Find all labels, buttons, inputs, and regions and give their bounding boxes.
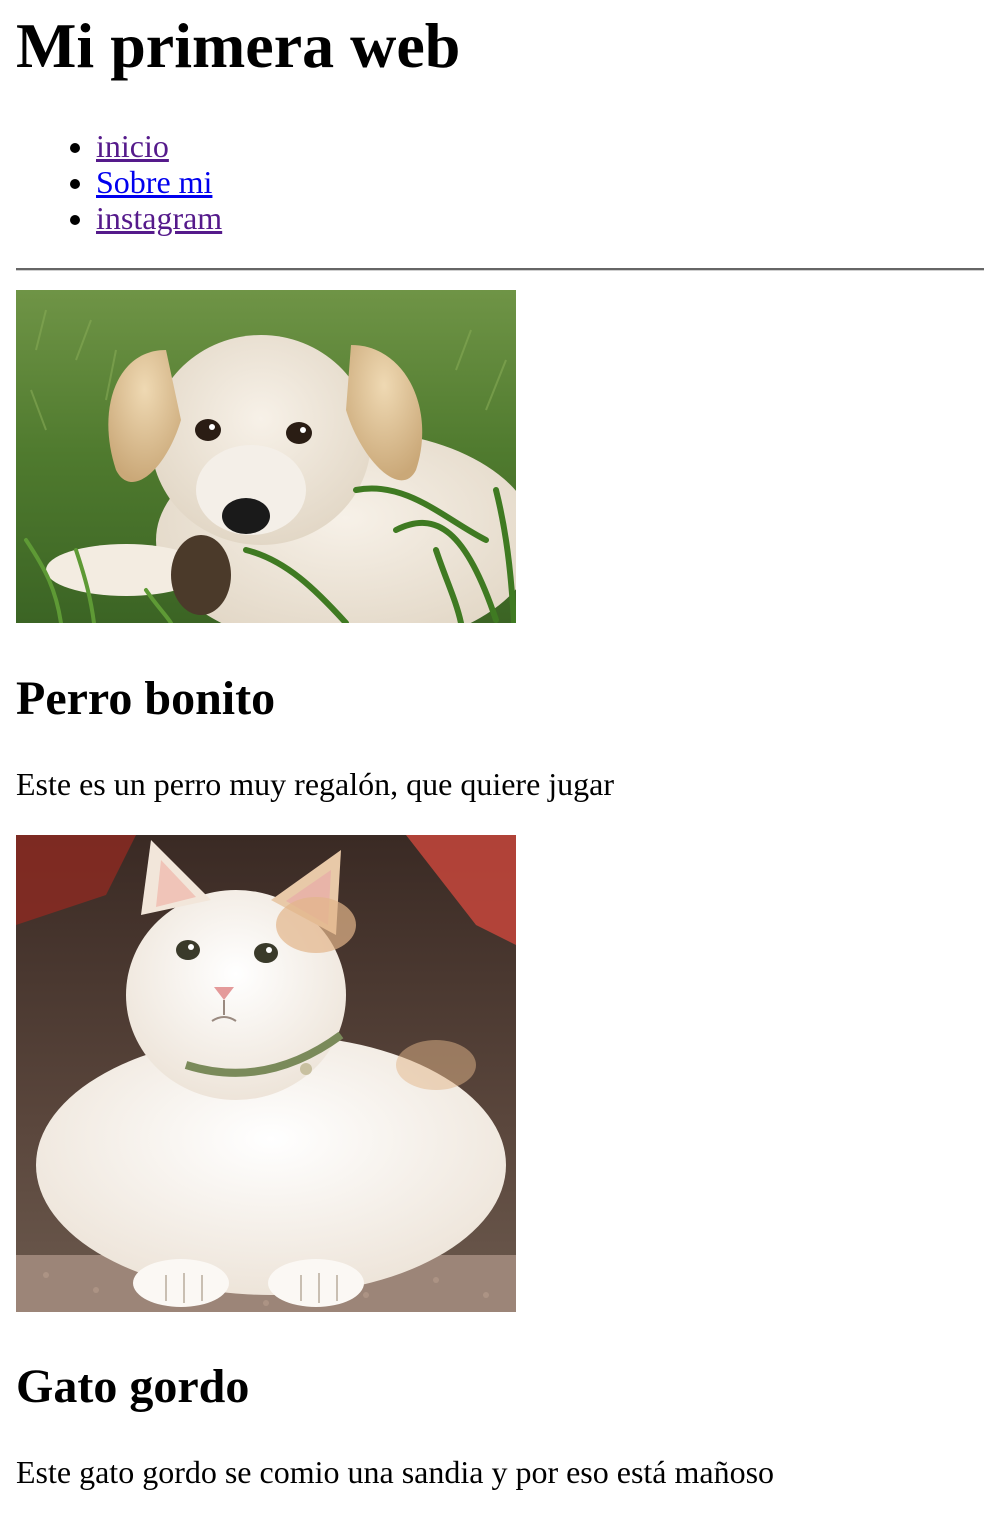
puppy-photo — [16, 290, 516, 623]
nav-item-sobre-mi: Sobre mi — [96, 164, 222, 200]
nav-link-sobre-mi[interactable]: Sobre mi — [96, 164, 212, 200]
nav-list: inicio Sobre mi instagram — [16, 128, 222, 236]
card-text-gato: Este gato gordo se comio una sandia y po… — [16, 1454, 775, 1490]
nav-item-inicio: inicio — [96, 128, 222, 164]
puppy-illustration — [16, 290, 516, 623]
nav-item-instagram: instagram — [96, 200, 222, 236]
card-text-perro: Este es un perro muy regalón, que quiere… — [16, 766, 615, 802]
cat-photo — [16, 835, 516, 1312]
nav-link-inicio[interactable]: inicio — [96, 128, 169, 164]
divider — [16, 268, 984, 271]
cat-illustration — [16, 835, 516, 1312]
nav-link-instagram[interactable]: instagram — [96, 200, 222, 236]
card-title-gato: Gato gordo — [16, 1360, 250, 1413]
card-title-perro: Perro bonito — [16, 672, 276, 725]
page-title: Mi primera web — [16, 10, 461, 81]
